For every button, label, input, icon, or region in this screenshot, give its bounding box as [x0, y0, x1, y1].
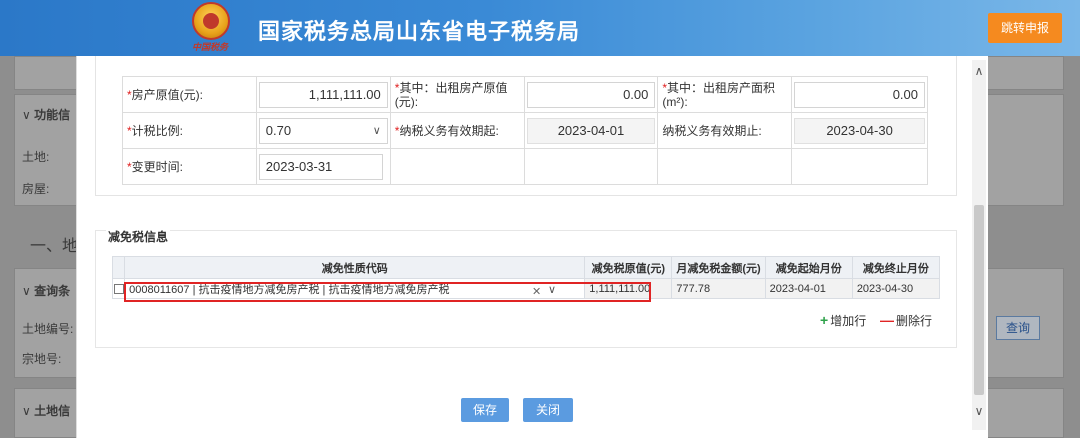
bg-house-label: 房屋:	[22, 182, 50, 196]
site-title: 国家税务总局山东省电子税务局	[258, 19, 581, 44]
close-button[interactable]: 关闭	[523, 398, 573, 422]
property-form-grid: *房产原值(元): 1,111,111.00 *其中：出租房产原值(元): 0.…	[122, 76, 928, 185]
seal-text: 中国税务	[192, 43, 229, 53]
exemption-monthly-cell: 777.78	[671, 278, 766, 299]
row-checkbox[interactable]	[114, 283, 124, 294]
rental-area-input[interactable]: 0.00	[794, 81, 925, 108]
clear-icon[interactable]: ✕	[532, 285, 541, 298]
rental-original-input[interactable]: 0.00	[526, 81, 656, 108]
col-header-end: 减免终止月份	[851, 256, 941, 279]
col-header-start: 减免起始月份	[764, 256, 853, 279]
top-header: 中国税务 国家税务总局山东省电子税务局 跳转申报	[0, 0, 1080, 56]
scroll-thumb[interactable]	[974, 205, 984, 395]
bg-section-one: 一、地	[30, 238, 79, 255]
chevron-down-icon: ∨	[372, 124, 381, 137]
chevron-down-icon[interactable]: ∨	[548, 283, 556, 296]
exemption-code-select[interactable]: 0008011607 | 抗击疫情地方减免房产税 | 抗击疫情地方减免房产税	[124, 278, 586, 299]
tax-ratio-select[interactable]: 0.70 ∨	[258, 117, 388, 144]
query-button[interactable]: 查询	[996, 316, 1040, 340]
tax-ratio-label: *计税比例:	[122, 112, 257, 149]
period-start-field: 2023-04-01	[526, 117, 656, 144]
rental-original-label: *其中：出租房产原值(元):	[389, 76, 525, 113]
col-header-code: 减免性质代码	[124, 256, 586, 279]
bg-land-number-label: 土地编号:	[22, 322, 74, 336]
bg-parcel-number-label: 宗地号:	[22, 352, 62, 366]
change-time-label: *变更时间:	[122, 148, 257, 185]
plus-icon: +	[820, 312, 829, 328]
exemption-start-cell: 2023-04-01	[764, 278, 853, 299]
exemption-header-row: 减免性质代码 减免税原值(元) 月减免税金额(元) 减免起始月份 减免终止月份	[111, 256, 941, 279]
delete-row-button[interactable]: — 删除行	[880, 312, 932, 329]
col-header-original: 减免税原值(元)	[584, 256, 673, 279]
save-button[interactable]: 保存	[461, 398, 509, 422]
exemption-original-cell: 1,111,111.00	[584, 278, 673, 299]
table-row: 0008011607 | 抗击疫情地方减免房产税 | 抗击疫情地方减免房产税 1…	[111, 278, 941, 299]
bg-section-query: ∨ 查询条	[22, 284, 71, 298]
period-start-label: *纳税义务有效期起:	[389, 112, 525, 149]
exemption-table: 减免性质代码 减免税原值(元) 月减免税金额(元) 减免起始月份 减免终止月份 …	[111, 256, 941, 299]
minus-icon: —	[880, 312, 894, 328]
tax-emblem-icon	[192, 2, 230, 40]
scroll-down-icon[interactable]: ∨	[972, 404, 986, 424]
bg-section-function: ∨ 功能信	[22, 108, 71, 122]
period-end-field: 2023-04-30	[794, 117, 925, 144]
original-value-input[interactable]: 1,111,111.00	[258, 81, 388, 108]
col-header-monthly: 月减免税金额(元)	[671, 256, 766, 279]
jump-declare-button[interactable]: 跳转申报	[988, 13, 1062, 43]
scroll-up-icon[interactable]: ∧	[972, 64, 986, 84]
bg-land-label: 土地:	[22, 150, 50, 164]
exemption-end-cell: 2023-04-30	[851, 278, 941, 299]
change-time-input[interactable]: 2023-03-31	[258, 153, 383, 180]
period-end-label: 纳税义务有效期止:	[657, 112, 793, 149]
bg-section-land-info: ∨ 土地信	[22, 404, 71, 418]
exemption-section-title: 减免税信息	[106, 228, 171, 245]
rental-area-label: *其中：出租房产面积(m²):	[657, 76, 793, 113]
original-value-label: *房产原值(元):	[122, 76, 257, 113]
add-row-button[interactable]: + 增加行	[820, 312, 866, 329]
